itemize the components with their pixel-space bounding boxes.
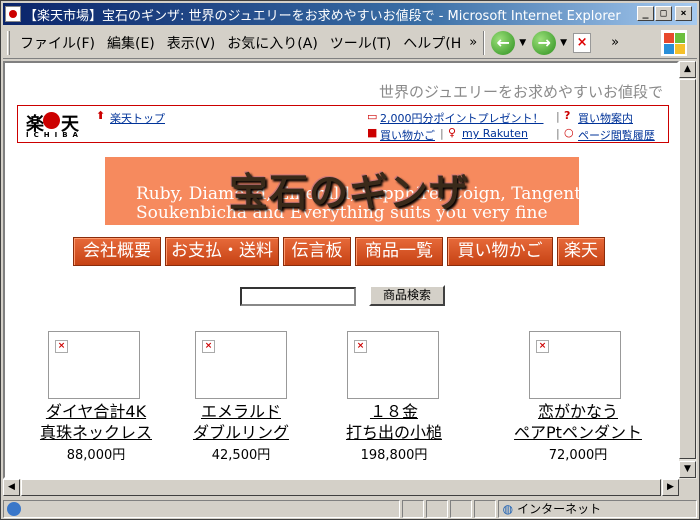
product-name-3b[interactable]: 打ち出の小槌: [327, 422, 461, 443]
shop-tagline: 世界のジュエリーをお求めやすいお値段で: [379, 83, 663, 101]
window-title: 【楽天市場】宝石のギンザ: 世界のジュエリーをお求めやすいお値段で - Micr…: [24, 8, 621, 24]
vertical-scrollbar[interactable]: ▲ ▼: [679, 61, 697, 479]
product-name-3a[interactable]: １８金: [327, 401, 461, 422]
page-viewport[interactable]: 世界のジュエリーをお求めやすいお値段で 楽 天 ICHIBA ⬆ 楽天トップ ▭…: [3, 61, 679, 479]
rakuten-ichiba-logo[interactable]: 楽 天 ICHIBA: [26, 110, 82, 140]
page-favicon-icon: [5, 6, 21, 22]
status-bar: ◍ インターネット: [3, 498, 697, 519]
my-rakuten-link[interactable]: my Rakuten: [462, 127, 528, 140]
menu-toolbar: ファイル(F) 編集(E) 表示(V) お気に入り(A) ツール(T) ヘルプ(…: [3, 27, 697, 59]
title-bar[interactable]: 【楽天市場】宝石のギンザ: 世界のジュエリーをお求めやすいお値段で - Micr…: [3, 3, 697, 25]
nav-cart-button[interactable]: 買い物かご: [447, 237, 553, 266]
horizontal-scrollbar[interactable]: ◀ ▶: [3, 479, 679, 496]
rakuten-circle-icon: [43, 112, 60, 129]
menu-edit[interactable]: 編集(E): [101, 33, 161, 53]
product-price: 198,800円: [360, 448, 428, 463]
menu-view[interactable]: 表示(V): [161, 33, 222, 53]
scroll-down-icon[interactable]: ▼: [679, 461, 696, 478]
product-name-1a[interactable]: ダイヤ合計4K: [31, 401, 161, 422]
product-search-button[interactable]: 商品検索: [369, 285, 445, 306]
shop-nav: 会社概要 お支払・送料 伝言板 商品一覧 買い物かご 楽天: [73, 237, 605, 266]
bag-icon: ■: [367, 126, 378, 139]
product-image[interactable]: ×: [195, 331, 287, 399]
broken-image-icon: ×: [202, 340, 215, 353]
vertical-scroll-thumb[interactable]: [679, 79, 696, 459]
product-name-4b[interactable]: ペアPtペンダント: [495, 422, 661, 443]
gift-icon: ▭: [367, 110, 378, 123]
question-icon: ?: [564, 109, 571, 122]
broken-image-icon: ×: [354, 340, 367, 353]
broken-image-icon: ×: [55, 340, 68, 353]
toolbar-grip[interactable]: [7, 30, 10, 55]
page-status-icon: [7, 501, 21, 516]
shopping-guide-link[interactable]: 買い物案内: [578, 110, 633, 126]
horizontal-scroll-thumb[interactable]: [21, 479, 661, 496]
scroll-left-icon[interactable]: ◀: [3, 479, 20, 496]
menu-favorites[interactable]: お気に入り(A): [221, 33, 324, 53]
broken-image-icon: ×: [536, 340, 549, 353]
maximize-button[interactable]: □: [655, 6, 672, 21]
scroll-right-icon[interactable]: ▶: [662, 479, 679, 496]
back-dropdown-icon[interactable]: ▼: [519, 38, 526, 48]
menu-file[interactable]: ファイル(F): [14, 33, 101, 53]
close-button[interactable]: ×: [675, 6, 692, 21]
security-zone[interactable]: ◍ インターネット: [497, 499, 697, 518]
browser-window: 【楽天市場】宝石のギンザ: 世界のジュエリーをお求めやすいお値段で - Micr…: [0, 0, 700, 520]
globe-icon: ◍: [502, 501, 514, 516]
browse-history-link[interactable]: ページ閲覧履歴: [578, 127, 655, 143]
points-present-link[interactable]: 2,000円分ポイントプレゼント！: [380, 110, 544, 126]
scroll-corner: [679, 479, 697, 496]
nav-payment-button[interactable]: お支払・送料: [165, 237, 279, 266]
forward-arrow-icon[interactable]: →: [532, 30, 557, 55]
magnifier-icon: ○: [564, 126, 574, 139]
menu-help[interactable]: ヘルプ(H: [397, 33, 467, 53]
product-name-2a[interactable]: エメラルド: [177, 401, 305, 422]
shop-banner[interactable]: Ruby, Diamond, Emerald, Sapphire, Coign,…: [105, 157, 579, 225]
windows-logo-icon: [661, 30, 687, 56]
toolbar-more-chevron-icon[interactable]: »: [611, 35, 619, 50]
up-arrow-icon: ⬆: [96, 109, 106, 122]
product-price: 72,000円: [548, 448, 608, 463]
rakuten-top-link[interactable]: 楽天トップ: [110, 110, 165, 126]
menu-more-chevron-icon[interactable]: »: [469, 35, 477, 50]
status-message: [3, 499, 400, 518]
banner-title: 宝石のギンザ: [229, 171, 470, 216]
back-arrow-icon[interactable]: ←: [491, 30, 516, 55]
cart-link[interactable]: 買い物かご: [380, 127, 435, 143]
product-price: 88,000円: [66, 448, 126, 463]
person-icon: ♀: [448, 126, 457, 139]
stop-icon[interactable]: ×: [573, 32, 592, 53]
minimize-button[interactable]: _: [637, 6, 654, 21]
toolbar-separator: [483, 30, 486, 55]
product-search-input[interactable]: [240, 287, 356, 306]
scroll-up-icon[interactable]: ▲: [679, 61, 696, 78]
nav-products-button[interactable]: 商品一覧: [355, 237, 443, 266]
nav-board-button[interactable]: 伝言板: [283, 237, 351, 266]
product-image[interactable]: ×: [48, 331, 140, 399]
product-image[interactable]: ×: [529, 331, 621, 399]
rakuten-header-bar: 楽 天 ICHIBA ⬆ 楽天トップ ▭ 2,000円分ポイントプレゼント！ |…: [17, 105, 669, 143]
product-image[interactable]: ×: [347, 331, 439, 399]
product-price: 42,500円: [211, 448, 271, 463]
forward-dropdown-icon[interactable]: ▼: [560, 38, 567, 48]
product-name-1b[interactable]: 真珠ネックレス: [31, 422, 161, 443]
zone-label: インターネット: [517, 502, 602, 516]
menu-tools[interactable]: ツール(T): [324, 33, 397, 53]
product-name-4a[interactable]: 恋がかなう: [495, 401, 661, 422]
nav-company-button[interactable]: 会社概要: [73, 237, 161, 266]
product-name-2b[interactable]: ダブルリング: [177, 422, 305, 443]
logo-subtitle: ICHIBA: [26, 131, 83, 139]
nav-rakuten-button[interactable]: 楽天: [557, 237, 605, 266]
